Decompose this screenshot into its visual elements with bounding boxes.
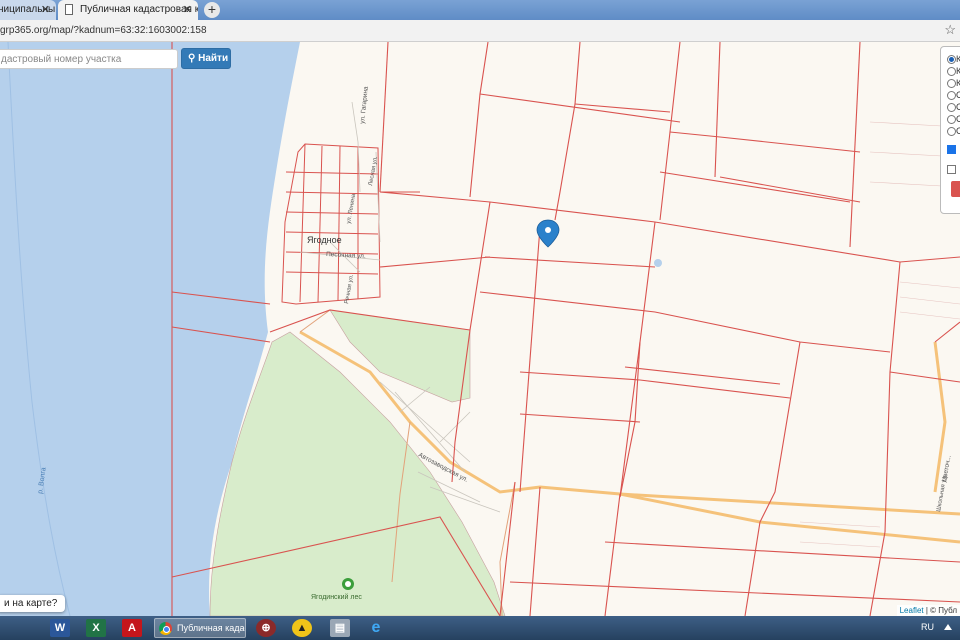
layer-label: С	[956, 90, 960, 100]
document-icon	[65, 4, 73, 15]
location-marker-icon	[536, 219, 560, 248]
address-bar[interactable]: grp365.org/map/?kadnum=63:32:1603002:158…	[0, 20, 960, 42]
star-icon[interactable]: ☆	[944, 22, 956, 38]
layer-radio[interactable]	[947, 103, 956, 112]
browser-tabstrip: ниципальны ✕ Публичная кадастровая карта…	[0, 0, 960, 20]
tab-cadastral-map[interactable]: Публичная кадастровая карта ✕	[58, 0, 198, 20]
layer-label: С	[956, 114, 960, 124]
word-icon[interactable]: W	[50, 619, 70, 637]
excel-icon[interactable]: X	[86, 619, 106, 637]
layer-label: К	[956, 54, 960, 64]
tab-label: Публичная кадастровая карта	[80, 4, 198, 15]
layer-label: С	[956, 102, 960, 112]
windows-taskbar: W X A Публичная кадас... ⊕ ▲ ▤ e RU	[0, 616, 960, 640]
layer-label: К	[956, 66, 960, 76]
chrome-task-label: Публичная кадас...	[177, 623, 245, 633]
leaflet-link[interactable]: Leaflet	[900, 606, 924, 615]
tab-close-icon[interactable]: ✕	[183, 3, 192, 16]
map-canvas[interactable]: Ягодное Ягодинский лес р. Волга ул. Гага…	[0, 42, 960, 616]
tab-close-icon[interactable]: ✕	[41, 3, 50, 16]
layer-radio[interactable]	[947, 127, 956, 136]
street-label-pesochnaya: Песочная ул.	[326, 251, 366, 260]
layer-radio[interactable]	[947, 55, 956, 64]
street-label-lenina: ул. Ленина	[346, 193, 357, 225]
cadastral-map[interactable]: Ягодное Ягодинский лес р. Волга ул. Гага…	[0, 42, 960, 616]
search-icon: ⚲	[188, 53, 196, 64]
new-tab-button[interactable]: +	[204, 2, 220, 18]
chrome-taskbar-button[interactable]: Публичная кадас...	[154, 618, 246, 638]
layer-checkbox[interactable]	[947, 165, 956, 174]
forest-label: Ягодинский лес	[311, 593, 362, 601]
language-indicator[interactable]: RU	[921, 622, 934, 632]
tab-municipal[interactable]: ниципальны ✕	[0, 0, 56, 20]
layer-radio[interactable]	[947, 79, 956, 88]
layer-label: С	[956, 126, 960, 136]
layer-checkbox[interactable]	[947, 145, 956, 154]
cadastral-number-input[interactable]	[0, 49, 178, 69]
search-button-label: Найти	[198, 53, 229, 64]
street-label-rechnaya: Речная ул.	[344, 274, 355, 305]
chrome-icon	[159, 622, 172, 635]
layer-radio[interactable]	[947, 115, 956, 124]
street-label-gagarina: ул. Гагарина	[359, 86, 370, 124]
url-text[interactable]: grp365.org/map/?kadnum=63:32:1603002:158	[0, 25, 207, 36]
app-icon[interactable]: ▲	[292, 619, 312, 637]
village-label: Ягодное	[307, 235, 342, 245]
layer-label: К	[956, 78, 960, 88]
network-icon[interactable]: ▤	[330, 619, 350, 637]
ie-icon[interactable]: e	[366, 619, 386, 637]
layer-action-button[interactable]	[951, 181, 960, 197]
tray-up-arrow-icon[interactable]	[944, 624, 952, 630]
forest-icon	[342, 578, 354, 590]
browser-icon[interactable]: ⊕	[256, 619, 276, 637]
map-attribution: Leaflet | © Публ	[896, 605, 960, 616]
layers-panel: К К К С С С С	[940, 46, 960, 214]
attribution-text: | © Публ	[923, 606, 957, 615]
map-hint-button[interactable]: и на карте?	[0, 595, 66, 612]
layer-radio[interactable]	[947, 91, 956, 100]
pdf-icon[interactable]: A	[122, 619, 142, 637]
search-button[interactable]: ⚲ Найти	[181, 48, 231, 69]
pond	[654, 259, 662, 267]
layer-radio[interactable]	[947, 67, 956, 76]
